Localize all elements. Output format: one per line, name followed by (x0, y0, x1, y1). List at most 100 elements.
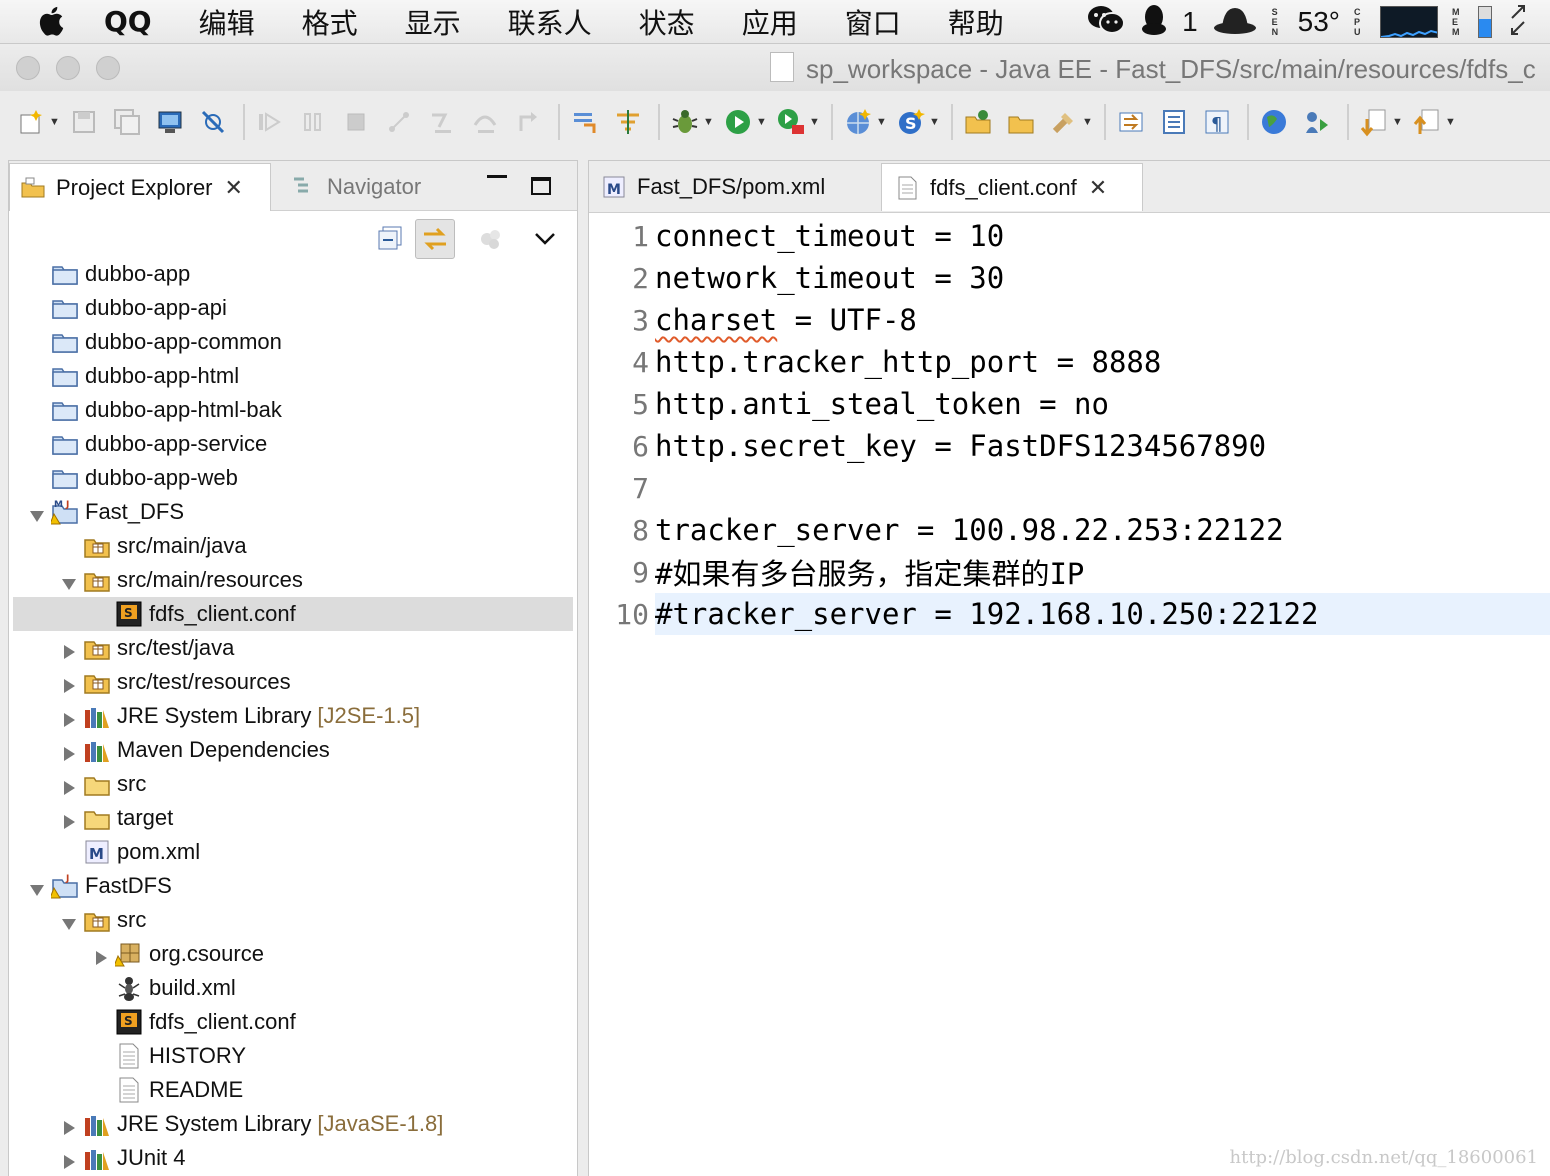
chevron-down-icon[interactable]: ▼ (49, 116, 60, 128)
open-resource-button[interactable] (1004, 105, 1038, 139)
collapse-all-button[interactable] (371, 219, 411, 259)
tree-item[interactable]: build.xml (9, 971, 577, 1005)
open-browser-button[interactable] (1257, 105, 1291, 139)
chevron-down-icon[interactable]: ▼ (929, 116, 940, 128)
collapsed-twisty-icon[interactable] (61, 708, 77, 727)
tree-item[interactable]: Mpom.xml (9, 835, 577, 869)
expanded-twisty-icon[interactable] (61, 572, 77, 590)
collapsed-twisty-icon[interactable] (61, 742, 77, 761)
tree-item[interactable]: JRE System Library [JavaSE-1.8] (9, 1107, 577, 1141)
tree-item[interactable]: dubbo-app-html (9, 359, 577, 393)
previous-annotation-button[interactable] (1410, 105, 1444, 139)
chevron-down-icon[interactable]: ▼ (1082, 116, 1093, 128)
new-web-service-button[interactable]: S (894, 105, 928, 139)
menu-view[interactable]: 显示 (405, 2, 461, 42)
tree-item[interactable]: src/test/java (9, 631, 577, 665)
tree-item[interactable]: dubbo-app (9, 257, 577, 291)
resume-button[interactable] (253, 105, 287, 139)
tree-item[interactable]: dubbo-app-html-bak (9, 393, 577, 427)
tree-item[interactable]: JUnit 4 (9, 1141, 577, 1175)
minimize-window-button[interactable] (56, 56, 80, 80)
tree-item[interactable]: src (9, 767, 577, 801)
chevron-down-icon[interactable]: ▼ (756, 116, 767, 128)
search-button[interactable] (1047, 105, 1081, 139)
code-line[interactable]: 6 http.secret_key = FastDFS1234567890 (589, 425, 1550, 467)
show-whitespace-button[interactable]: ¶ (1200, 105, 1234, 139)
tree-item[interactable]: org.csource (9, 937, 577, 971)
toggle-breadcrumb-button[interactable] (1114, 105, 1148, 139)
collapsed-twisty-icon[interactable] (61, 640, 77, 659)
menu-status[interactable]: 状态 (639, 2, 695, 42)
view-menu-button[interactable] (525, 219, 565, 259)
collapsed-twisty-icon[interactable] (93, 946, 109, 965)
terminate-button[interactable] (339, 105, 373, 139)
tree-item[interactable]: dubbo-app-web (9, 461, 577, 495)
save-all-button[interactable] (110, 105, 144, 139)
wechat-icon[interactable] (1086, 4, 1126, 41)
focus-active-task-button[interactable] (471, 219, 511, 259)
open-console-button[interactable] (153, 105, 187, 139)
collapsed-twisty-icon[interactable] (61, 810, 77, 829)
menu-window[interactable]: 窗口 (845, 2, 901, 42)
maximize-view-icon[interactable] (531, 177, 551, 195)
code-line[interactable]: 7 (589, 467, 1550, 509)
minimize-view-icon[interactable] (487, 175, 507, 178)
tab-project-explorer[interactable]: Project Explorer ✕ (9, 163, 271, 211)
drop-to-frame-button[interactable] (568, 105, 602, 139)
zoom-window-button[interactable] (96, 56, 120, 80)
team-sync-button[interactable] (1300, 105, 1334, 139)
debug-button[interactable] (668, 105, 702, 139)
code-line[interactable]: 4 http.tracker_http_port = 8888 (589, 341, 1550, 383)
tree-item[interactable]: src/main/resources (9, 563, 577, 597)
tree-item[interactable]: dubbo-app-service (9, 427, 577, 461)
tree-item[interactable]: README (9, 1073, 577, 1107)
code-line[interactable]: 5 http.anti_steal_token = no (589, 383, 1550, 425)
menu-contacts[interactable]: 联系人 (508, 2, 592, 42)
qq-penguin-icon[interactable] (1140, 3, 1168, 42)
collapsed-twisty-icon[interactable] (61, 776, 77, 795)
expanded-twisty-icon[interactable] (61, 912, 77, 930)
save-button[interactable] (67, 105, 101, 139)
tree-item[interactable]: Sfdfs_client.conf (13, 597, 573, 631)
use-step-filters-button[interactable] (611, 105, 645, 139)
code-line[interactable]: 9 #如果有多台服务，指定集群的IP (589, 551, 1550, 593)
tab-pom-xml[interactable]: M Fast_DFS/pom.xml (589, 163, 879, 211)
tree-item[interactable]: M J Fast_DFS (9, 495, 577, 529)
suspend-button[interactable] (296, 105, 330, 139)
toggle-block-selection-button[interactable] (1157, 105, 1191, 139)
chevron-down-icon[interactable]: ▼ (703, 116, 714, 128)
link-with-editor-button[interactable] (415, 219, 455, 259)
close-icon[interactable]: ✕ (1089, 175, 1107, 201)
expanded-twisty-icon[interactable] (29, 878, 45, 896)
step-into-button[interactable] (425, 105, 459, 139)
tab-fdfs-client-conf[interactable]: fdfs_client.conf ✕ (881, 163, 1143, 211)
tree-item[interactable]: dubbo-app-api (9, 291, 577, 325)
apple-icon[interactable] (36, 6, 76, 37)
code-line[interactable]: 10 #tracker_server = 192.168.10.250:22122 (589, 593, 1550, 635)
app-menu-qq[interactable]: QQ (104, 5, 152, 38)
code-line[interactable]: 8 tracker_server = 100.98.22.253:22122 (589, 509, 1550, 551)
hat-icon[interactable] (1212, 4, 1258, 41)
next-annotation-button[interactable] (1357, 105, 1391, 139)
tree-item[interactable]: target (9, 801, 577, 835)
tree-item[interactable]: HISTORY (9, 1039, 577, 1073)
chevron-down-icon[interactable]: ▼ (809, 116, 820, 128)
fullscreen-icon[interactable] (1506, 4, 1530, 41)
collapsed-twisty-icon[interactable] (61, 1116, 77, 1135)
code-line[interactable]: 3 charset = UTF-8 (589, 299, 1550, 341)
open-type-button[interactable] (961, 105, 995, 139)
code-line[interactable]: 2 network_timeout = 30 (589, 257, 1550, 299)
tree-item[interactable]: src/test/resources (9, 665, 577, 699)
disconnect-button[interactable] (382, 105, 416, 139)
code-line[interactable]: 1 connect_timeout = 10 (589, 215, 1550, 257)
new-server-button[interactable] (841, 105, 875, 139)
run-button[interactable] (721, 105, 755, 139)
chevron-down-icon[interactable]: ▼ (1445, 116, 1456, 128)
chevron-down-icon[interactable]: ▼ (1392, 116, 1403, 128)
close-window-button[interactable] (16, 56, 40, 80)
expanded-twisty-icon[interactable] (29, 504, 45, 522)
collapsed-twisty-icon[interactable] (61, 1150, 77, 1169)
step-over-button[interactable] (468, 105, 502, 139)
menu-format[interactable]: 格式 (302, 2, 358, 42)
step-return-button[interactable] (511, 105, 545, 139)
